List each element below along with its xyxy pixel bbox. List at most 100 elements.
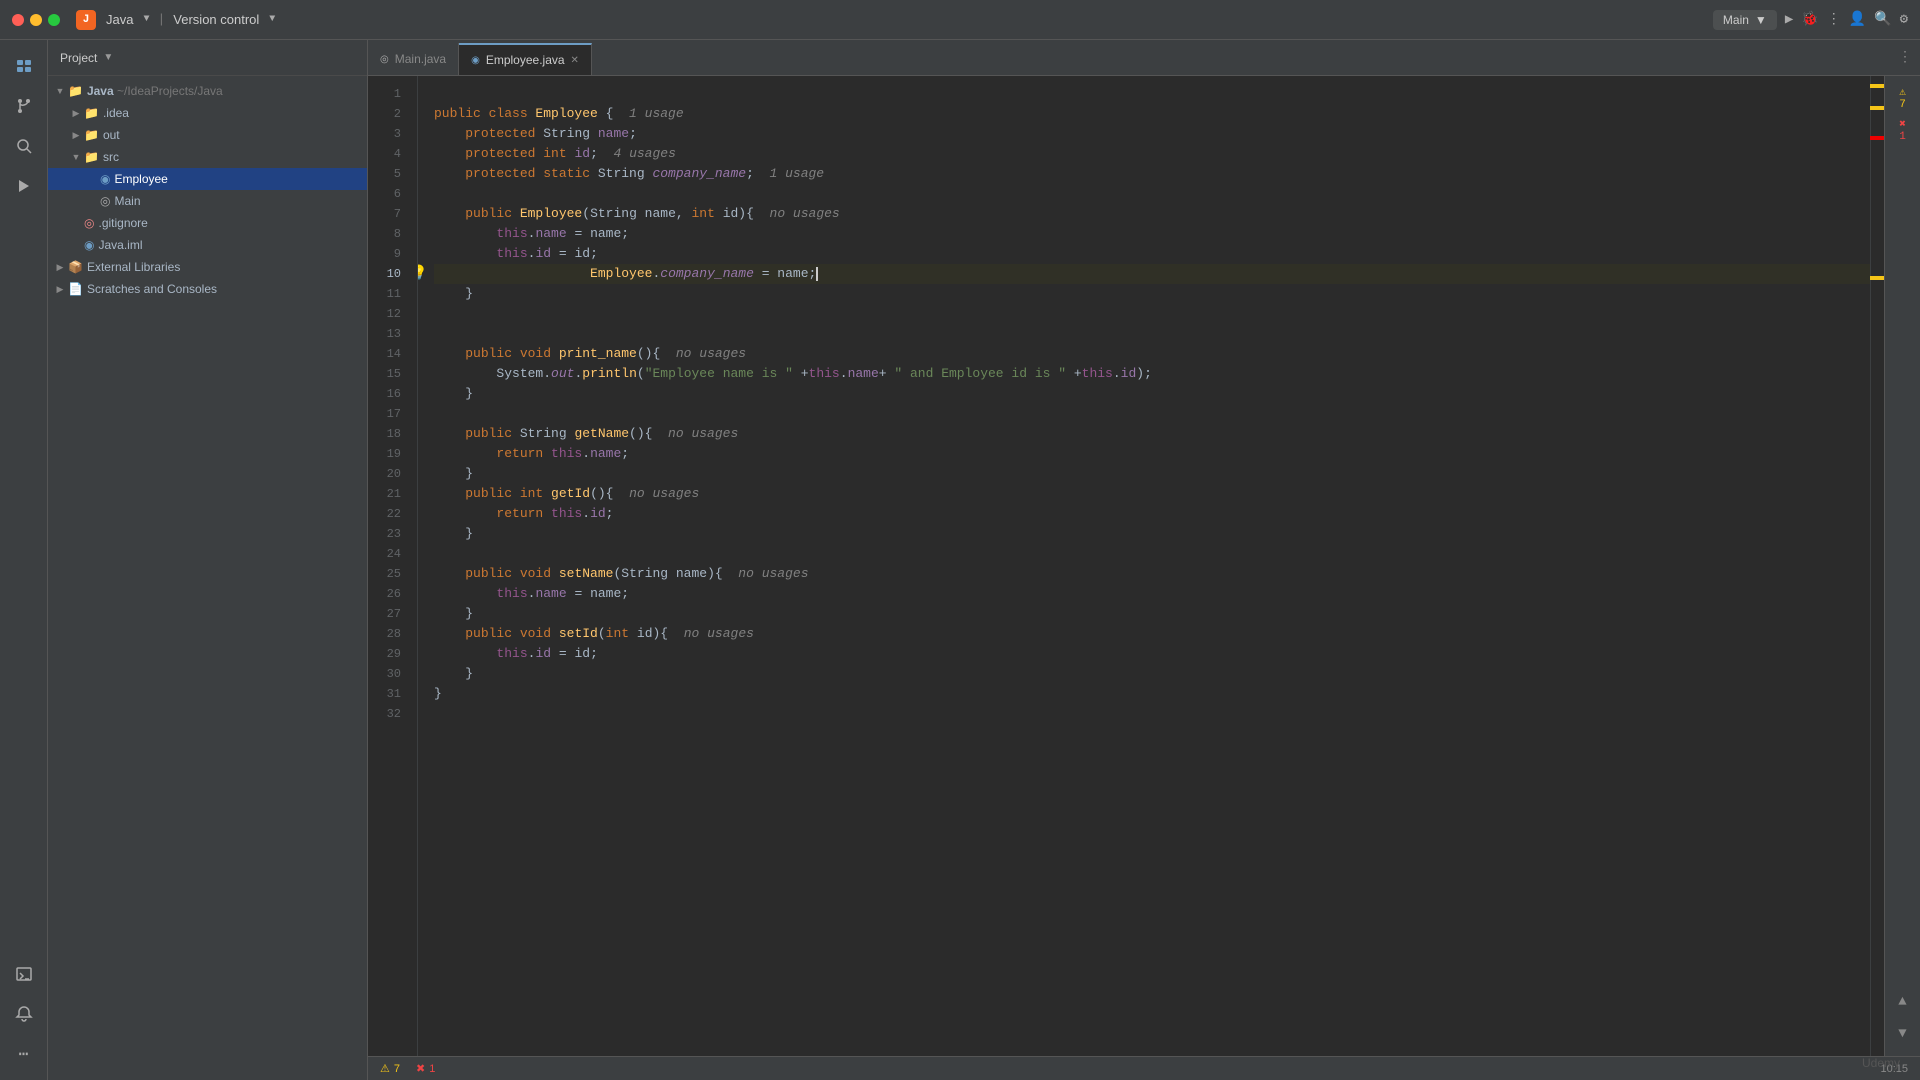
code-line-8: this.name = name; (434, 224, 1870, 244)
editor-content: 1 2 3 4 5 6 7 8 9 10 11 12 13 14 15 16 1… (368, 76, 1920, 1056)
minimize-button[interactable] (30, 14, 42, 26)
code-line-6 (434, 184, 1870, 204)
run-button[interactable]: ▶ (1785, 11, 1793, 28)
code-line-21: public int getId(){ no usages (434, 484, 1870, 504)
code-line-12 (434, 304, 1870, 324)
scratches-expand-icon: ▶ (52, 284, 68, 295)
tab-close-button[interactable]: ✕ (571, 55, 579, 66)
tree-item-gitignore[interactable]: ◎ .gitignore (48, 212, 367, 234)
scroll-down-button[interactable]: ▼ (1889, 1020, 1917, 1048)
line-27: 27 (368, 604, 409, 624)
tree-item-scratches[interactable]: ▶ 📄 Scratches and Consoles (48, 278, 367, 300)
line-13: 13 (368, 324, 409, 344)
src-folder-icon: 📁 (84, 150, 99, 164)
warning-icon: ⚠ (1899, 85, 1906, 99)
right-sidebar-errors[interactable]: ✖ 1 (1889, 116, 1917, 144)
ext-libs-label: External Libraries (87, 260, 180, 274)
javaiml-label: Java.iml (98, 238, 142, 252)
line-1: 1 (368, 84, 409, 104)
traffic-lights (12, 14, 60, 26)
version-control-label[interactable]: Version control (173, 12, 259, 27)
tree-item-java-root[interactable]: ▼ 📁 Java ~/IdeaProjects/Java (48, 80, 367, 102)
branch-selector[interactable]: Main ▼ (1713, 10, 1777, 30)
code-line-9: this.id = id; (434, 244, 1870, 264)
search-button[interactable]: 🔍 (1874, 11, 1891, 28)
sidebar-item-terminal[interactable] (6, 956, 42, 992)
settings-button[interactable]: ⚙ (1900, 11, 1908, 28)
tree-item-out[interactable]: ▶ 📁 out (48, 124, 367, 146)
vc-chevron-icon: ▼ (269, 14, 275, 25)
code-line-31: } (434, 684, 1870, 704)
line-21: 21 (368, 484, 409, 504)
status-warning-icon: ⚠ (380, 1062, 390, 1075)
project-chevron-icon: ▼ (103, 52, 113, 63)
error-count: 1 (1899, 131, 1906, 143)
tree-item-main[interactable]: ◎ Main (48, 190, 367, 212)
branch-name: Main (1723, 13, 1749, 27)
tree-item-employee[interactable]: ◉ Employee (48, 168, 367, 190)
tree-item-idea[interactable]: ▶ 📁 .idea (48, 102, 367, 124)
more-options-button[interactable]: ⋮ (1827, 11, 1841, 28)
java-root-label: Java ~/IdeaProjects/Java (87, 84, 223, 98)
gutter-error-1 (1870, 136, 1884, 140)
app-name[interactable]: Java (106, 12, 133, 27)
code-line-2: public class Employee { 1 usage (434, 104, 1870, 124)
project-tree: ▼ 📁 Java ~/IdeaProjects/Java ▶ 📁 .idea ▶… (48, 76, 367, 1080)
code-area[interactable]: public class Employee { 1 usage protecte… (418, 76, 1870, 1056)
employee-label: Employee (114, 172, 167, 186)
tab-employee-java[interactable]: ◉ Employee.java ✕ (459, 43, 592, 75)
sidebar-item-project[interactable] (6, 48, 42, 84)
tab-bar: ◎ Main.java ◉ Employee.java ✕ ⋮ (368, 40, 1920, 76)
sidebar-item-more[interactable]: ⋯ (6, 1036, 42, 1072)
tree-item-javaiml[interactable]: ◉ Java.iml (48, 234, 367, 256)
gitignore-label: .gitignore (98, 216, 147, 230)
line-24: 24 (368, 544, 409, 564)
code-line-1 (434, 84, 1870, 104)
tab-main-java[interactable]: ◎ Main.java (368, 43, 459, 75)
debug-button[interactable]: 🐞 (1801, 11, 1818, 28)
gutter-warning-1 (1870, 84, 1884, 88)
line-29: 29 (368, 644, 409, 664)
line-10: 10 (368, 264, 409, 284)
project-title: Project (60, 51, 97, 65)
tab-menu-button[interactable]: ⋮ (1890, 49, 1920, 66)
project-panel: Project ▼ ▼ 📁 Java ~/IdeaProjects/Java ▶… (48, 40, 368, 1080)
line-19: 19 (368, 444, 409, 464)
line-15: 15 (368, 364, 409, 384)
status-warnings[interactable]: ⚠ 7 (380, 1062, 400, 1075)
code-line-13 (434, 324, 1870, 344)
line-30: 30 (368, 664, 409, 684)
status-errors[interactable]: ✖ 1 (416, 1062, 435, 1075)
code-line-15: System.out.println("Employee name is " +… (434, 364, 1870, 384)
status-error-count: 1 (429, 1063, 435, 1075)
app-chevron-icon: ▼ (143, 14, 149, 25)
sidebar-item-search[interactable] (6, 128, 42, 164)
error-icon: ✖ (1899, 117, 1906, 131)
code-line-25: public void setName(String name){ no usa… (434, 564, 1870, 584)
code-line-22: return this.id; (434, 504, 1870, 524)
code-line-29: this.id = id; (434, 644, 1870, 664)
code-line-14: public void print_name(){ no usages (434, 344, 1870, 364)
status-bar: ⚠ 7 ✖ 1 10:15 (368, 1056, 1920, 1080)
gutter-warning-2 (1870, 106, 1884, 110)
code-line-20: } (434, 464, 1870, 484)
sidebar-item-run[interactable] (6, 168, 42, 204)
line-3: 3 (368, 124, 409, 144)
src-label: src (103, 150, 119, 164)
close-button[interactable] (12, 14, 24, 26)
tree-item-ext-libs[interactable]: ▶ 📦 External Libraries (48, 256, 367, 278)
account-button[interactable]: 👤 (1849, 11, 1866, 28)
tree-item-src[interactable]: ▼ 📁 src (48, 146, 367, 168)
line-14: 14 (368, 344, 409, 364)
main-java-icon: ◎ (380, 54, 389, 65)
sidebar-item-vcs[interactable] (6, 88, 42, 124)
right-sidebar-warnings[interactable]: ⚠ 7 (1889, 84, 1917, 112)
project-header: Project ▼ (48, 40, 367, 76)
scroll-up-button[interactable]: ▲ (1889, 988, 1917, 1016)
sidebar-item-notifications[interactable] (6, 996, 42, 1032)
tab-employee-label: Employee.java (486, 53, 565, 67)
maximize-button[interactable] (48, 14, 60, 26)
main-java-icon: ◎ (100, 194, 110, 208)
out-folder-icon: 📁 (84, 128, 99, 142)
iml-icon: ◉ (84, 238, 94, 252)
